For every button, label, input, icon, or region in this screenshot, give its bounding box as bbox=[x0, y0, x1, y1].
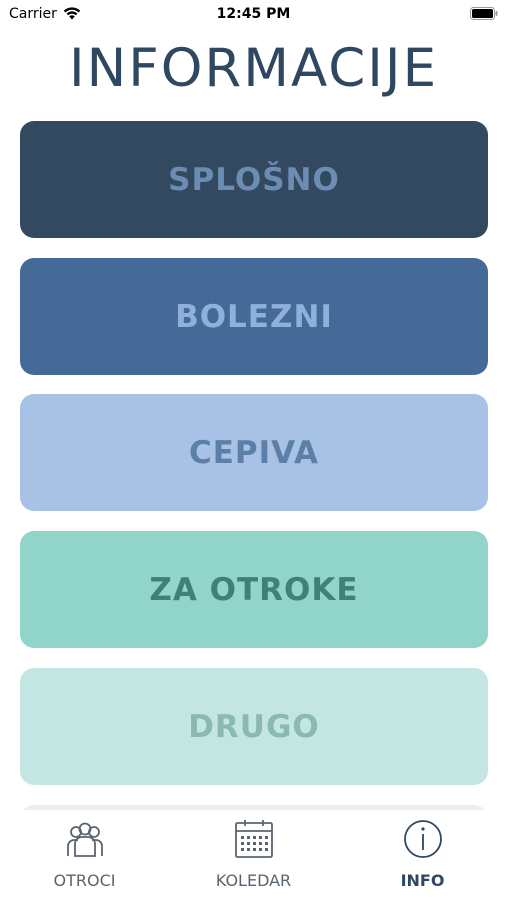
menu-item-bolezni[interactable]: BOLEZNI bbox=[20, 258, 488, 375]
menu-item-label: DRUGO bbox=[188, 708, 320, 745]
tab-label: OTROCI bbox=[53, 871, 116, 890]
people-icon bbox=[67, 822, 103, 857]
tab-label: INFO bbox=[400, 871, 445, 890]
menu-item-za-otroke[interactable]: ZA OTROKE bbox=[20, 531, 488, 648]
battery-icon bbox=[470, 7, 498, 20]
tab-label: KOLEDAR bbox=[215, 871, 292, 890]
tab-bar: OTROCI KOLEDAR INFO bbox=[0, 810, 507, 900]
menu-item-drugo[interactable]: DRUGO bbox=[20, 668, 488, 785]
tab-koledar[interactable]: KOLEDAR bbox=[169, 810, 338, 900]
tab-info[interactable]: INFO bbox=[338, 810, 507, 900]
page-title: INFORMACIJE bbox=[68, 38, 439, 99]
tab-otroci[interactable]: OTROCI bbox=[0, 810, 169, 900]
menu-item-cepiva[interactable]: CEPIVA bbox=[20, 394, 488, 511]
screen: Carrier 12:45 PM INFORMACIJE SPLOŠNO BOL… bbox=[0, 0, 507, 900]
status-time: 12:45 PM bbox=[216, 6, 291, 22]
menu-item-label: CEPIVA bbox=[188, 434, 320, 471]
menu-item-label: ZA OTROKE bbox=[149, 571, 359, 608]
menu-item-label: SPLOŠNO bbox=[168, 161, 340, 198]
info-icon bbox=[404, 820, 442, 858]
menu-item-splosno[interactable]: SPLOŠNO bbox=[20, 121, 488, 238]
status-bar: Carrier 12:45 PM bbox=[0, 0, 507, 28]
menu-item-label: BOLEZNI bbox=[175, 298, 333, 335]
calendar-icon bbox=[235, 820, 273, 858]
